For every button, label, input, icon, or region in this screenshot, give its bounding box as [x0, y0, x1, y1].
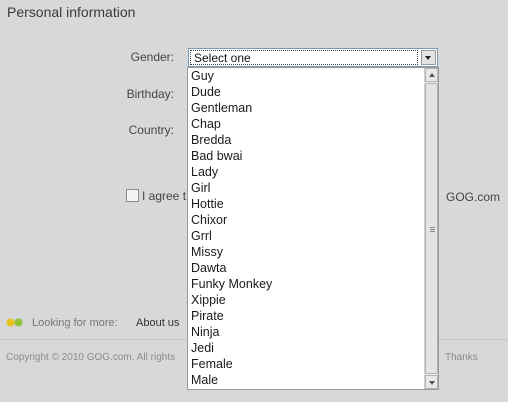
scroll-down-icon	[429, 381, 435, 385]
gender-option[interactable]: Bredda	[188, 132, 424, 148]
agree-label: I agree t	[142, 189, 187, 203]
grip-line	[430, 227, 435, 228]
agree-label-tail: GOG.com	[446, 190, 501, 204]
gender-option[interactable]: Girl	[188, 180, 424, 196]
gender-options: Guy Dude Gentleman Chap Bredda Bad bwai Lady Gi…	[188, 68, 424, 388]
gender-option[interactable]: Ninja	[188, 324, 424, 340]
gender-option[interactable]: Missy	[188, 244, 424, 260]
scrollbar[interactable]	[424, 68, 438, 389]
gender-option[interactable]: Female	[188, 356, 424, 372]
gender-option[interactable]: Grrl	[188, 228, 424, 244]
chevron-down-icon	[425, 56, 431, 60]
gender-option[interactable]: Jedi	[188, 340, 424, 356]
gender-option[interactable]: Hottie	[188, 196, 424, 212]
gender-option[interactable]: Male	[188, 372, 424, 388]
gender-select[interactable]: Select one	[188, 48, 438, 67]
gender-option[interactable]: Lady	[188, 164, 424, 180]
copyright-text: Copyright © 2010 GOG.com. All rights	[6, 352, 176, 363]
page-title: Personal information	[7, 4, 136, 20]
country-label: Country:	[128, 123, 174, 137]
gender-option[interactable]: Chixor	[188, 212, 424, 228]
gender-option[interactable]: Gentleman	[188, 100, 424, 116]
gender-option[interactable]: Chap	[188, 116, 424, 132]
agree-checkbox[interactable]	[126, 189, 139, 202]
gender-option[interactable]: Bad bwai	[188, 148, 424, 164]
gender-label: Gender:	[130, 50, 174, 64]
dropdown-button[interactable]	[421, 50, 436, 65]
gog-dots-icon	[6, 318, 23, 327]
thanks-link[interactable]: Thanks	[445, 352, 478, 363]
gender-select-value[interactable]: Select one	[190, 50, 418, 65]
gender-option[interactable]: Pirate	[188, 308, 424, 324]
scroll-up-icon	[429, 73, 435, 77]
gender-option[interactable]: Guy	[188, 68, 424, 84]
gender-dropdown-list[interactable]: Guy Dude Gentleman Chap Bredda Bad bwai Lady Gi…	[187, 67, 439, 390]
scroll-down-button[interactable]	[425, 375, 438, 389]
grip-line	[430, 231, 435, 232]
gender-option[interactable]: Dawta	[188, 260, 424, 276]
birthday-label: Birthday:	[126, 87, 174, 101]
gender-option[interactable]: Funky Monkey	[188, 276, 424, 292]
scrollbar-thumb[interactable]	[425, 83, 438, 374]
looking-for-more-label: Looking for more:	[32, 317, 118, 329]
grip-line	[430, 229, 435, 230]
gender-option[interactable]: Xippie	[188, 292, 424, 308]
scroll-up-button[interactable]	[425, 68, 438, 82]
gender-option[interactable]: Dude	[188, 84, 424, 100]
about-us-link[interactable]: About us	[136, 317, 179, 329]
